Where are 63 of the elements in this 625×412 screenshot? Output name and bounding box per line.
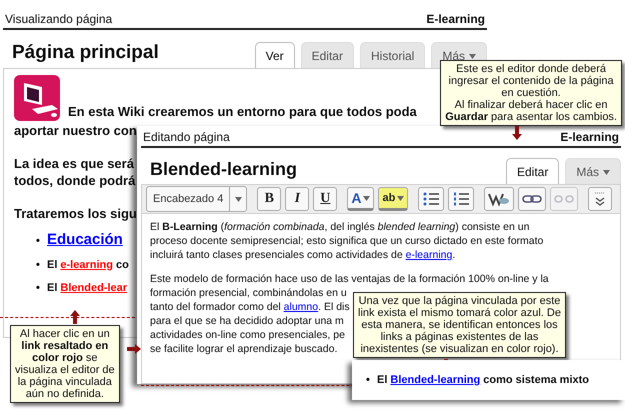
- bullet-list-button[interactable]: [418, 187, 444, 211]
- bullet: •: [36, 259, 41, 271]
- wiki-button[interactable]: [484, 187, 514, 211]
- text-line: para el que se ha decidido adoptar una m: [150, 314, 344, 328]
- format-dropdown[interactable]: Encabezado 4: [146, 186, 248, 212]
- arrow-icon: [70, 310, 80, 324]
- caret-icon: [397, 196, 404, 200]
- text-line: se facilite lograr el aprendizaje buscado.: [150, 342, 338, 356]
- intro-text: En esta Wiki crearemos un entorno para que todos poda: [68, 104, 417, 119]
- link[interactable]: alumno: [284, 301, 318, 313]
- link[interactable]: Blended-learning: [390, 374, 480, 386]
- item-text: El: [377, 374, 388, 386]
- bullet: •: [366, 374, 371, 386]
- link[interactable]: e-learning: [406, 249, 452, 261]
- text-line: Este modelo de formación hace uso de las ventajas de la formación 100% on-line y la: [150, 272, 549, 286]
- font-color-button[interactable]: A: [347, 187, 374, 211]
- page-title: Blended-learning: [150, 159, 298, 179]
- link[interactable]: Educación: [47, 231, 123, 248]
- arrow-icon: [127, 344, 141, 354]
- bullet-list-icon: [422, 191, 440, 207]
- numbered-list-icon: [452, 191, 470, 207]
- hint-tooltip: Una vez que la página vinculada por este link exista el mismo tomará color azul. De esta manera, se identifican entonces los links a páginas existentes de las inexistentes (se visualizan en color rojo).: [353, 292, 566, 358]
- more-tools-button[interactable]: [588, 187, 612, 211]
- more-tab[interactable]: Más: [565, 158, 621, 185]
- bullet: •: [36, 282, 41, 294]
- tab[interactable]: Editar: [506, 158, 560, 185]
- tab[interactable]: Ver: [254, 42, 295, 69]
- paragraph-text: todos, donde podrá: [14, 173, 136, 188]
- numbered-list-button[interactable]: [448, 187, 474, 211]
- italic-button[interactable]: I: [285, 187, 310, 211]
- hint-tooltip: Este es el editor donde deberá ingresar el contenido de la página en cuestión. Al finalizar deberá hacer clic en Guardar para asentar los cambios.: [440, 60, 622, 126]
- bold-button[interactable]: B: [257, 187, 282, 211]
- text-line: formación presencial, combinándolas en u: [150, 286, 347, 300]
- caret-icon: [234, 196, 242, 202]
- computer-icon: [14, 75, 60, 121]
- link[interactable]: Blended-lear: [60, 282, 128, 294]
- caret-icon: [603, 170, 610, 174]
- paragraph: El B-Learning (formación combinada, del inglés blended learning) consiste en un proceso docente semipresencial; esto significa que un curso dictado en este formato incluirá tanto clases presenciales como actividades de e-learning.: [150, 220, 544, 262]
- highlight-button[interactable]: ab: [378, 187, 408, 211]
- list-intro: Trataremos los sigu: [14, 206, 137, 221]
- wiki-icon: [488, 191, 510, 207]
- arrow-icon: [512, 126, 522, 140]
- bullet: •: [36, 235, 41, 247]
- hint-tooltip: Al hacer clic en un link resaltado en color rojo se visualiza el editor de la página vinculada aún no definida.: [10, 325, 120, 403]
- site-name: E-learning: [560, 130, 619, 144]
- page-title: Página principal: [12, 42, 159, 64]
- text-line: actividades on-line como presenciales, pe: [150, 328, 345, 342]
- tab[interactable]: Editar: [300, 42, 354, 69]
- link[interactable]: e-learning: [60, 259, 113, 271]
- text-line: tanto del formador como del alumno. El dis: [150, 300, 350, 314]
- paragraph-text: La idea es que será: [14, 156, 134, 171]
- tab[interactable]: Historial: [360, 42, 426, 69]
- item-text: El: [47, 259, 58, 271]
- site-name: E-learning: [426, 12, 485, 26]
- item-text: como sistema mixto: [483, 374, 590, 386]
- item-text: co: [116, 259, 129, 271]
- item-text: El: [47, 282, 58, 294]
- page-mode: Visualizando página: [5, 12, 112, 26]
- intro-text: aportar nuestro con: [14, 123, 137, 138]
- caret-icon: [363, 196, 370, 200]
- page-mode: Editando página: [143, 130, 230, 144]
- underline-button[interactable]: U: [313, 187, 338, 211]
- link-button[interactable]: [518, 187, 546, 211]
